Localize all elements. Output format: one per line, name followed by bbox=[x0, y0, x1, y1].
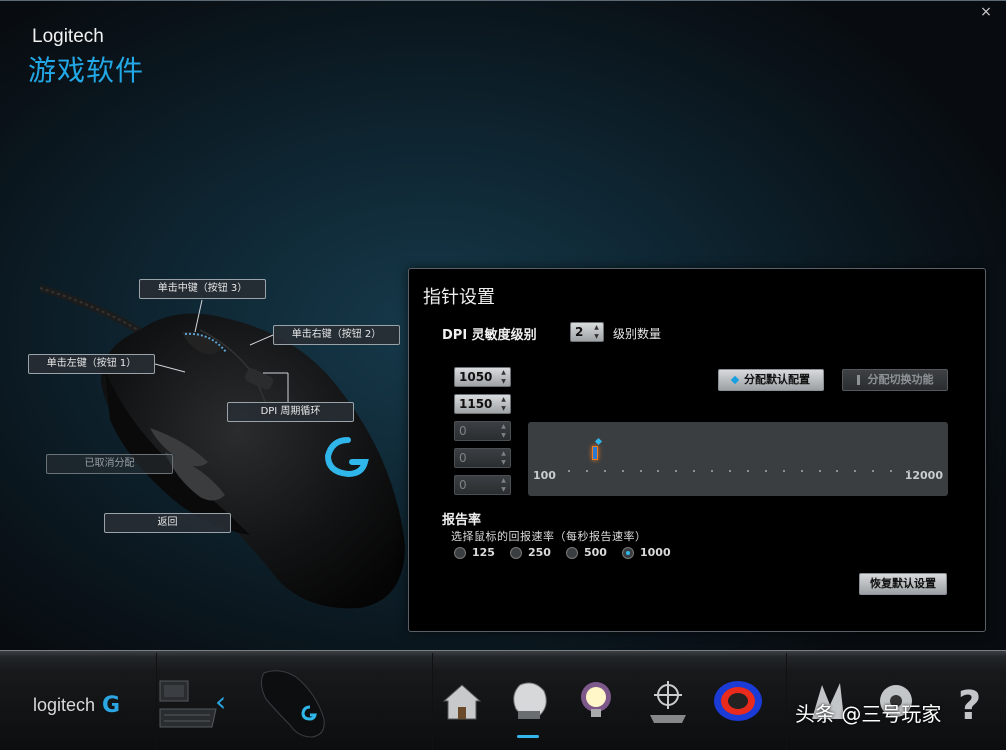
divider bbox=[786, 653, 787, 750]
bottom-toolbar: logitech G ‹ ? 头条 @三号玩家 bbox=[0, 650, 1006, 750]
dpi-slider-track[interactable]: 100 12000 bbox=[528, 422, 948, 496]
dpi-level-5-value: 0 bbox=[459, 478, 467, 492]
dpi-level-5-input[interactable]: 0 ▲ ▼ bbox=[454, 475, 511, 495]
spinner-arrows-icon[interactable]: ▲ ▼ bbox=[499, 476, 508, 494]
slider-tick bbox=[818, 470, 821, 472]
home-icon[interactable] bbox=[436, 675, 488, 727]
rate-250-label: 250 bbox=[528, 546, 551, 559]
radio-circle-icon[interactable] bbox=[566, 547, 578, 559]
spinner-arrows-icon[interactable]: ▲ ▼ bbox=[499, 422, 508, 440]
slider-tick bbox=[908, 470, 910, 472]
svg-text:?: ? bbox=[958, 683, 981, 727]
slider-tick bbox=[585, 470, 588, 472]
level-count-label: 级别数量 bbox=[613, 327, 662, 341]
dpi-marker-current[interactable] bbox=[594, 437, 603, 446]
dpi-level-3-value: 0 bbox=[459, 424, 467, 438]
slider-tick bbox=[746, 470, 749, 472]
slider-tick bbox=[675, 470, 678, 472]
slider-tick bbox=[657, 470, 660, 472]
dpi-level-2-value: 1150 bbox=[459, 397, 493, 411]
active-tab-indicator bbox=[517, 735, 539, 738]
assign-shift-button[interactable]: 分配切换功能 bbox=[842, 369, 948, 391]
slider-tick bbox=[872, 470, 875, 472]
slider-tick bbox=[639, 470, 642, 472]
assign-default-label: 分配默认配置 bbox=[744, 373, 810, 386]
diamond-icon bbox=[730, 375, 740, 385]
assign-default-button[interactable]: 分配默认配置 bbox=[718, 369, 824, 391]
slider-tick bbox=[854, 470, 857, 472]
dpi-marker[interactable] bbox=[592, 446, 599, 460]
report-rate-subtitle: 选择鼠标的回报速率（每秒报告速率） bbox=[451, 530, 647, 543]
g-logo-icon: G bbox=[102, 693, 121, 718]
slider-tick bbox=[711, 470, 714, 472]
callout-right-button[interactable]: 单击右键（按钮 2） bbox=[273, 325, 400, 345]
report-rate-title: 报告率 bbox=[442, 513, 482, 528]
slider-tick bbox=[836, 470, 839, 472]
panel-title: 指针设置 bbox=[423, 287, 495, 308]
rate-radio-500[interactable]: 500 bbox=[566, 546, 607, 560]
spinner-arrows-icon[interactable]: ▲ ▼ bbox=[499, 395, 508, 413]
dpi-level-4-value: 0 bbox=[459, 451, 467, 465]
rate-radio-1000[interactable]: 1000 bbox=[622, 546, 671, 560]
rate-radio-250[interactable]: 250 bbox=[510, 546, 551, 560]
restore-defaults-button[interactable]: 恢复默认设置 bbox=[859, 573, 947, 595]
watermark-text: 头条 @三号玩家 bbox=[795, 702, 942, 726]
dpi-level-4-input[interactable]: 0 ▲ ▼ bbox=[454, 448, 511, 468]
spinner-arrows-icon[interactable]: ▲ ▼ bbox=[592, 323, 601, 341]
divider bbox=[432, 653, 433, 750]
pointer-settings-panel: 指针设置 DPI 灵敏度级别 2 ▲ ▼ 级别数量 1050 ▲ ▼ 1150 ▲ ▼… bbox=[408, 268, 986, 632]
lighting-icon[interactable] bbox=[570, 675, 622, 727]
slider-min-label: 100 bbox=[533, 469, 556, 482]
dpi-level-2-input[interactable]: 1150 ▲ ▼ bbox=[454, 394, 511, 414]
rate-1000-label: 1000 bbox=[640, 546, 671, 559]
dpi-level-1-input[interactable]: 1050 ▲ ▼ bbox=[454, 367, 511, 387]
radio-circle-icon[interactable] bbox=[622, 547, 634, 559]
heatmap-icon[interactable] bbox=[712, 675, 764, 727]
slider-tick bbox=[621, 470, 624, 472]
callout-left-button[interactable]: 单击左键（按钮 1） bbox=[28, 354, 155, 374]
rate-500-label: 500 bbox=[584, 546, 607, 559]
dpi-level-1-value: 1050 bbox=[459, 370, 493, 384]
chevron-left-icon[interactable]: ‹ bbox=[215, 685, 226, 718]
bar-icon bbox=[856, 375, 860, 385]
callout-dpi-cycle[interactable]: DPI 周期循环 bbox=[227, 402, 354, 422]
dpi-levels-label: DPI 灵敏度级别 bbox=[442, 328, 537, 343]
dpi-level-3-input[interactable]: 0 ▲ ▼ bbox=[454, 421, 511, 441]
slider-tick bbox=[764, 470, 767, 472]
level-count-value: 2 bbox=[575, 325, 584, 339]
callout-back[interactable]: 返回 bbox=[104, 513, 231, 533]
slider-tick bbox=[800, 470, 803, 472]
slider-tick bbox=[568, 470, 570, 472]
assign-shift-label: 分配切换功能 bbox=[867, 373, 934, 386]
divider bbox=[156, 653, 157, 750]
callout-unassigned[interactable]: 已取消分配 bbox=[46, 454, 173, 474]
radio-circle-icon[interactable] bbox=[454, 547, 466, 559]
slider-max-label: 12000 bbox=[904, 469, 943, 482]
slider-tick bbox=[782, 470, 785, 472]
rate-125-label: 125 bbox=[472, 546, 495, 559]
help-icon[interactable]: ? bbox=[944, 675, 996, 727]
slider-tick bbox=[603, 470, 606, 472]
rate-radio-125[interactable]: 125 bbox=[454, 546, 495, 560]
slider-tick bbox=[729, 470, 732, 472]
mouse-device-icon[interactable] bbox=[250, 663, 332, 743]
callout-middle-button[interactable]: 单击中键（按钮 3） bbox=[139, 279, 266, 299]
slider-tick bbox=[890, 470, 893, 472]
spinner-arrows-icon[interactable]: ▲ ▼ bbox=[499, 368, 508, 386]
level-count-spinner[interactable]: 2 ▲ ▼ bbox=[570, 322, 604, 342]
app-window: Logitech 游戏软件 × 单击中键（按钮 3） 单击右键（按钮 2） 单击… bbox=[0, 0, 1006, 750]
slider-tick bbox=[693, 470, 696, 472]
keyboard-device-icon[interactable] bbox=[158, 673, 218, 731]
mouse-settings-icon[interactable] bbox=[502, 675, 554, 727]
spinner-arrows-icon[interactable]: ▲ ▼ bbox=[499, 449, 508, 467]
pointer-settings-icon[interactable] bbox=[642, 675, 694, 727]
radio-circle-icon[interactable] bbox=[510, 547, 522, 559]
logitech-logo: logitech bbox=[33, 695, 96, 715]
